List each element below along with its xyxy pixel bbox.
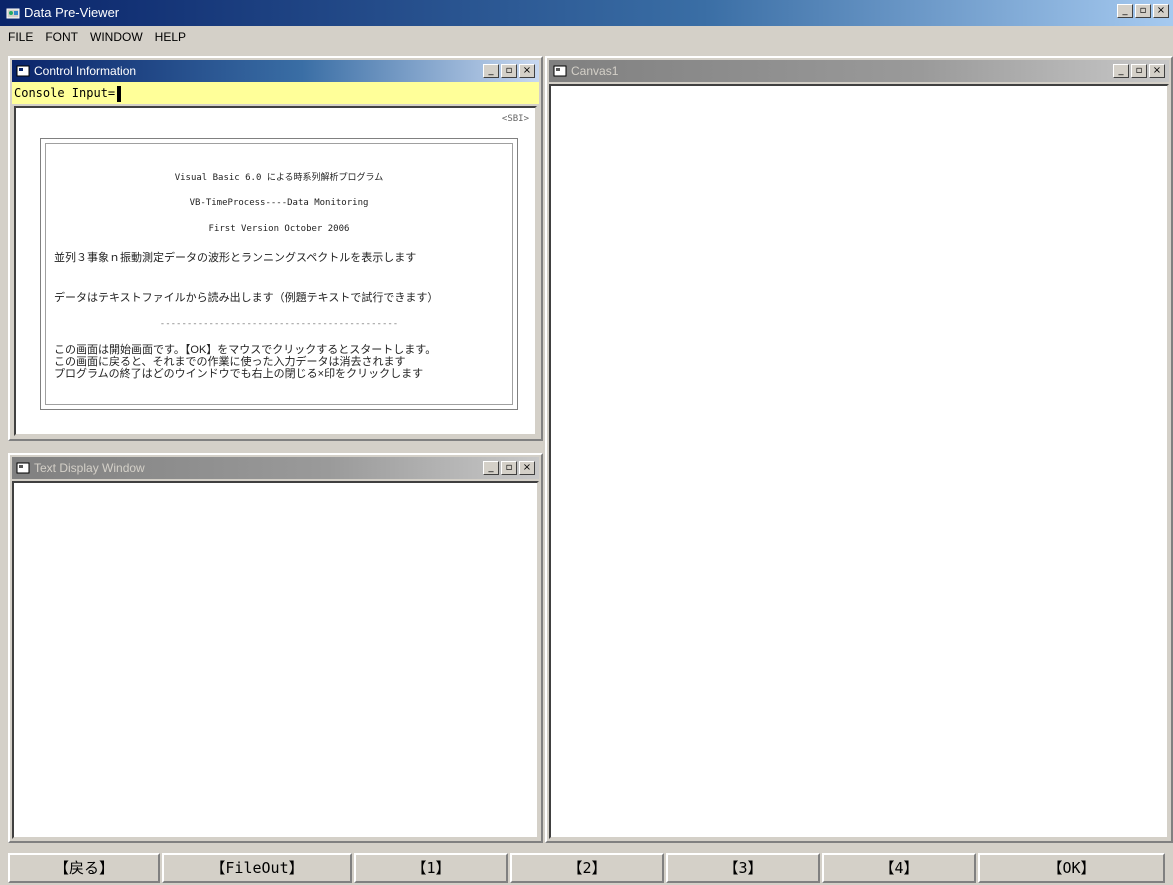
ok-button[interactable]: 【OK】 — [978, 853, 1165, 883]
window-icon — [16, 462, 30, 474]
button-4[interactable]: 【4】 — [822, 853, 976, 883]
maximize-button[interactable]: ▫ — [501, 461, 517, 475]
back-button[interactable]: 【戻る】 — [8, 853, 160, 883]
canvas-area[interactable] — [549, 84, 1169, 839]
menu-bar: FILE FONT WINDOW HELP — [0, 26, 1173, 48]
app-window: Data Pre-Viewer _ ▫ × FILE FONT WINDOW H… — [0, 0, 1173, 885]
minimize-button[interactable]: _ — [1117, 4, 1133, 18]
window-icon — [553, 65, 567, 77]
splash-line-subtitle: VB-TimeProcess----Data Monitoring — [189, 198, 369, 208]
splash-line-description: 並列３事象ｎ振動測定データの波形とランニングスペクトルを表示します — [54, 252, 417, 264]
close-button[interactable]: × — [1149, 64, 1165, 78]
console-input-label: Console Input= — [14, 86, 116, 100]
info-display-area: <SBI> Visual Basic 6.0 による時系列解析プログラム VB-… — [14, 106, 537, 436]
minimize-button[interactable]: _ — [1113, 64, 1129, 78]
close-button[interactable]: × — [519, 461, 535, 475]
splash-line-version: First Version October 2006 — [208, 224, 350, 234]
main-title-bar: Data Pre-Viewer _ ▫ × — [0, 0, 1173, 26]
splash-panel: Visual Basic 6.0 による時系列解析プログラム VB-TimePr… — [40, 138, 518, 410]
menu-font[interactable]: FONT — [45, 30, 78, 44]
text-window-title-bar[interactable]: Text Display Window _ ▫ × — [12, 457, 539, 479]
splash-line-exit: プログラムの終了はどのウインドウでも右上の閉じる×印をクリックします — [54, 368, 424, 380]
control-window-controls: _ ▫ × — [483, 64, 535, 78]
maximize-button[interactable]: ▫ — [1131, 64, 1147, 78]
control-window-title: Control Information — [34, 64, 137, 78]
button-1[interactable]: 【1】 — [354, 853, 508, 883]
main-window-controls: _ ▫ × — [1117, 4, 1169, 18]
sbi-label: <SBI> — [501, 114, 529, 124]
close-button[interactable]: × — [519, 64, 535, 78]
splash-separator: ----------------------------------------… — [159, 319, 399, 329]
canvas-window-controls: _ ▫ × — [1113, 64, 1165, 78]
minimize-button[interactable]: _ — [483, 461, 499, 475]
control-window-title-bar[interactable]: Control Information _ ▫ × — [12, 60, 539, 82]
close-button[interactable]: × — [1153, 4, 1169, 18]
function-button-bar: 【戻る】 【FileOut】 【1】 【2】 【3】 【4】 【OK】 — [0, 849, 1173, 885]
text-window-controls: _ ▫ × — [483, 461, 535, 475]
fileout-button[interactable]: 【FileOut】 — [162, 853, 352, 883]
text-display-area[interactable] — [12, 481, 539, 839]
maximize-button[interactable]: ▫ — [501, 64, 517, 78]
menu-file[interactable]: FILE — [8, 30, 33, 44]
button-2[interactable]: 【2】 — [510, 853, 664, 883]
text-window-title: Text Display Window — [34, 461, 145, 475]
text-caret — [117, 85, 122, 102]
maximize-button[interactable]: ▫ — [1135, 4, 1151, 18]
app-icon — [6, 8, 20, 19]
canvas-window-title-bar[interactable]: Canvas1 _ ▫ × — [549, 60, 1169, 82]
button-3[interactable]: 【3】 — [666, 853, 820, 883]
menu-window[interactable]: WINDOW — [90, 30, 143, 44]
minimize-button[interactable]: _ — [483, 64, 499, 78]
app-title: Data Pre-Viewer — [24, 5, 120, 20]
control-information-window: Control Information _ ▫ × Console Input=… — [8, 56, 543, 441]
console-input-field[interactable]: Console Input= — [12, 82, 539, 104]
splash-line-data-source: データはテキストファイルから読み出します（例題テキストで試行できます） — [54, 292, 439, 304]
menu-help[interactable]: HELP — [155, 30, 186, 44]
splash-line-title: Visual Basic 6.0 による時系列解析プログラム — [174, 173, 384, 183]
text-display-window: Text Display Window _ ▫ × — [8, 453, 543, 843]
canvas-window-title: Canvas1 — [571, 64, 619, 78]
window-icon — [16, 65, 30, 77]
canvas-window: Canvas1 _ ▫ × — [545, 56, 1173, 843]
splash-inner-frame: Visual Basic 6.0 による時系列解析プログラム VB-TimePr… — [45, 143, 513, 405]
